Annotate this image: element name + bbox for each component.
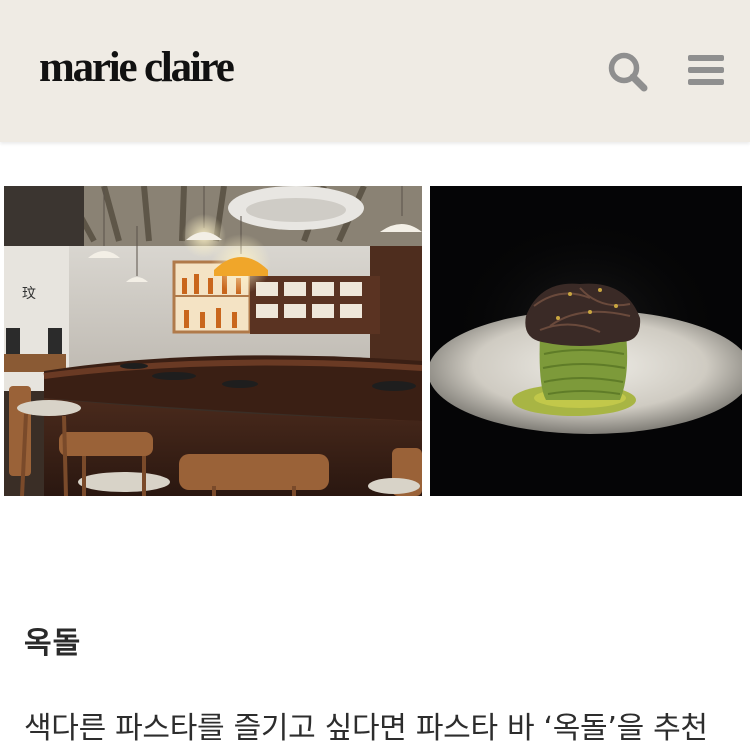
menu-icon (688, 55, 724, 85)
article-paragraph: 색다른 파스타를 즐기고 싶다면 파스타 바 ‘옥돌’을 추천 (24, 711, 708, 746)
restaurant-bar-interior-photo[interactable]: 玟 (4, 186, 422, 496)
green-pasta-dish-photo[interactable] (430, 186, 742, 496)
site-header: marie claire (0, 0, 750, 142)
search-icon (608, 52, 648, 92)
search-button[interactable] (606, 50, 650, 94)
pasta-dish-illustration (430, 186, 742, 496)
marie-claire-logo[interactable]: marie claire (39, 42, 235, 94)
bar-interior-illustration: 玟 (4, 186, 422, 496)
svg-text:玟: 玟 (22, 286, 36, 302)
menu-button[interactable] (686, 52, 726, 88)
image-gallery: 玟 (0, 186, 750, 496)
venue-name-heading: 옥돌 (24, 626, 82, 661)
